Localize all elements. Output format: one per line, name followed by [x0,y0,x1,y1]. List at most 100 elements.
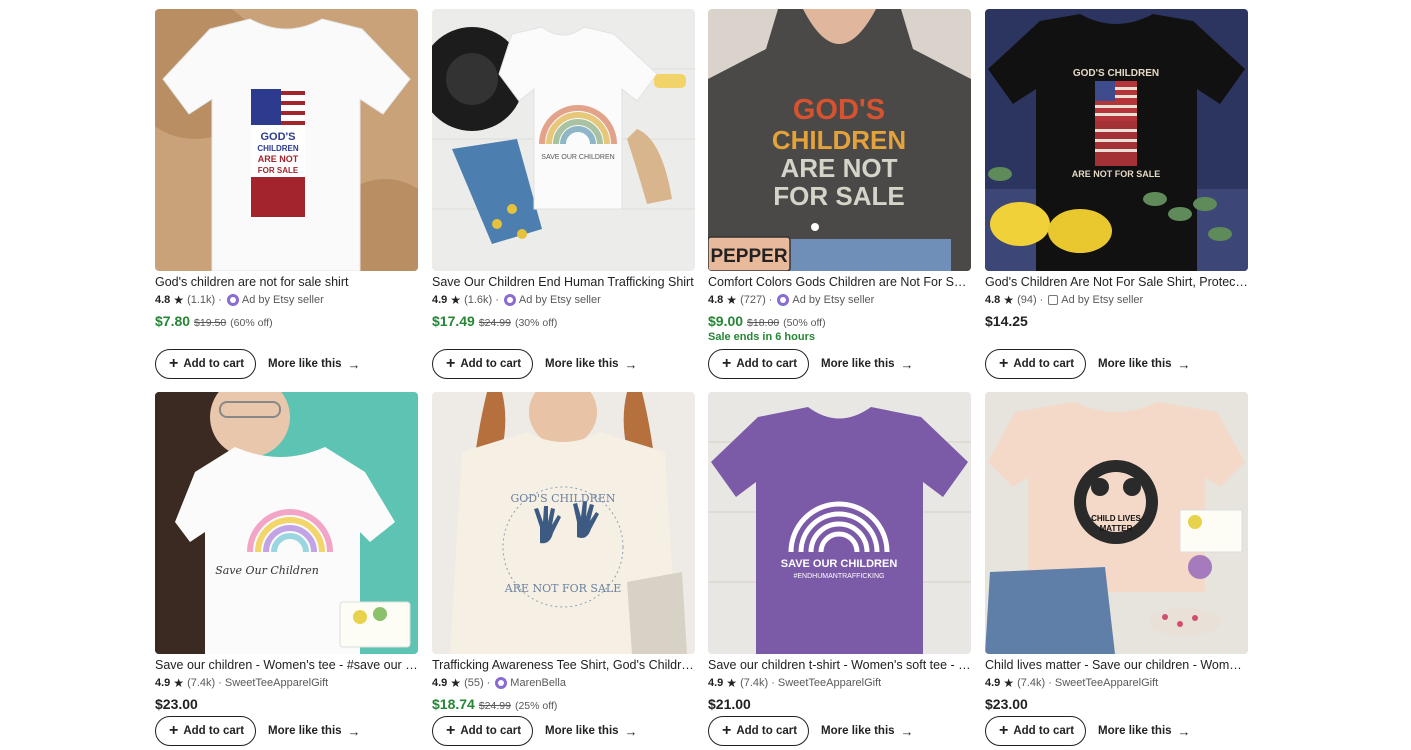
arrow-right-icon: → [900,723,914,739]
listing-meta: 4.9 ★ (7.4k) · SweetTeeApparelGift [985,676,1159,690]
shirt-print-line: SAVE OUR CHILDREN [781,558,898,570]
listing-title[interactable]: Save Our Children End Human Trafficking … [432,274,695,290]
card-actions: + Add to cart More like this → [708,716,914,746]
plus-icon: + [169,722,179,739]
price-row: $21.00 [708,696,971,712]
listing-image[interactable]: SAVE OUR CHILDREN #ENDHUMANTRAFFICKING [708,392,971,654]
price: $18.74 [432,696,475,712]
listing-meta: 4.8 ★ (727) · Ad by Etsy seller [708,293,875,307]
plus-icon: + [999,355,1009,372]
add-to-cart-button[interactable]: + Add to cart [708,349,810,379]
add-to-cart-button[interactable]: + Add to cart [985,349,1087,379]
shop-name[interactable]: SweetTeeApparelGift [225,676,328,690]
shop-name[interactable]: SweetTeeApparelGift [1055,676,1158,690]
shirt-print-line: FOR SALE [773,181,904,211]
listing-image[interactable]: GOD'S CHILDREN ARE NOT FOR SALE [985,9,1248,271]
original-price: $19.50 [194,317,227,329]
ad-badge-icon [777,294,790,306]
brand-label: PEPPER [710,246,787,267]
listing-card[interactable]: GOD'S CHILDREN ARE NOT FOR SALE God's ch… [155,9,418,329]
card-actions: + Add to cart More like this → [985,716,1191,746]
add-to-cart-button[interactable]: + Add to cart [708,716,810,746]
shirt-print-line: #ENDHUMANTRAFFICKING [793,573,884,580]
arrow-right-icon: → [624,356,638,372]
listing-image[interactable]: GOD'S CHILDREN ARE NOT FOR SALE [432,392,695,654]
review-count: (55) [464,677,484,689]
more-like-this-link[interactable]: More like this → [268,357,361,372]
review-count: (1.6k) [464,294,493,306]
star-icon: ★ [173,676,185,690]
listing-image[interactable]: Save Our Children [155,392,418,654]
rating-value: 4.9 [985,677,1001,689]
shop-icon [1048,295,1059,305]
add-to-cart-button[interactable]: + Add to cart [155,716,257,746]
listing-meta: 4.9 ★ (1.6k) · Ad by Etsy seller [432,293,601,307]
listing-title[interactable]: God's Children Are Not For Sale Shirt, P… [985,274,1248,290]
price: $23.00 [155,696,198,712]
plus-icon: + [722,722,732,739]
card-actions: + Add to cart More like this → [985,349,1191,379]
arrow-right-icon: → [900,356,914,372]
more-like-this-link[interactable]: More like this → [1098,724,1191,739]
seller-label: Ad by Etsy seller [1061,294,1144,306]
listing-card[interactable]: GOD'S CHILDREN ARE NOT FOR SALE PEPPER C… [708,9,971,343]
listing-card[interactable]: SAVE OUR CHILDREN Save Our Children End … [432,9,695,329]
add-to-cart-button[interactable]: + Add to cart [432,349,534,379]
more-like-this-link[interactable]: More like this → [821,357,914,372]
listing-card[interactable]: GOD'S CHILDREN ARE NOT FOR SALE Traffick… [432,392,695,712]
more-like-this-link[interactable]: More like this → [821,724,914,739]
original-price: $24.99 [478,700,511,712]
listing-card[interactable]: Save Our Children Save our children - Wo… [155,392,418,712]
listing-image[interactable]: CHILD LIVES MATTER [985,392,1248,654]
plus-icon: + [999,722,1009,739]
add-to-cart-button[interactable]: + Add to cart [432,716,534,746]
arrow-right-icon: → [624,723,638,739]
review-count: (727) [740,294,766,306]
svg-text:FOR SALE: FOR SALE [258,166,299,175]
price-row: $18.74 $24.99 (25% off) [432,696,695,712]
listing-title[interactable]: God's children are not for sale shirt [155,274,418,290]
rating-value: 4.8 [708,294,724,306]
original-price: $24.99 [478,317,511,329]
shirt-print-line: Save Our Children [215,564,319,577]
listing-title[interactable]: Save our children - Women's tee - #save … [155,657,418,673]
shop-name[interactable]: SweetTeeApparelGift [778,676,881,690]
card-actions: + Add to cart More like this → [155,716,361,746]
listing-image[interactable]: SAVE OUR CHILDREN [432,9,695,271]
seller-label: Ad by Etsy seller [518,294,601,306]
plus-icon: + [722,355,732,372]
svg-text:GOD'S CHILDREN: GOD'S CHILDREN [510,492,615,505]
listing-title[interactable]: Save our children t-shirt - Women's soft… [708,657,971,673]
more-like-this-link[interactable]: More like this → [268,724,361,739]
review-count: (7.4k) [1017,677,1046,689]
ad-badge-icon [503,294,516,306]
listing-card[interactable]: GOD'S CHILDREN ARE NOT FOR SALE God's Ch… [985,9,1248,329]
more-like-this-link[interactable]: More like this → [545,357,638,372]
price-row: $9.00 $18.00 (50% off) [708,313,971,329]
listing-image[interactable]: GOD'S CHILDREN ARE NOT FOR SALE [155,9,418,271]
review-count: (1.1k) [187,294,216,306]
star-icon: ★ [1003,676,1015,690]
price: $7.80 [155,313,191,329]
listing-meta: 4.9 ★ (55) · MarenBella [432,676,566,690]
rating-value: 4.9 [155,677,171,689]
listing-card[interactable]: SAVE OUR CHILDREN #ENDHUMANTRAFFICKING S… [708,392,971,712]
more-like-this-link[interactable]: More like this → [1098,357,1191,372]
add-to-cart-button[interactable]: + Add to cart [155,349,257,379]
listing-image[interactable]: GOD'S CHILDREN ARE NOT FOR SALE PEPPER [708,9,971,271]
star-seller-badge-icon [495,677,508,689]
price-row: $14.25 [985,313,1248,329]
listing-card[interactable]: CHILD LIVES MATTER Child lives matter - … [985,392,1248,712]
star-icon: ★ [173,293,185,307]
svg-text:ARE NOT FOR SALE: ARE NOT FOR SALE [504,582,621,595]
add-to-cart-button[interactable]: + Add to cart [985,716,1087,746]
listing-title[interactable]: Trafficking Awareness Tee Shirt, God's C… [432,657,695,673]
listing-title[interactable]: Child lives matter - Save our children -… [985,657,1248,673]
listing-title[interactable]: Comfort Colors Gods Children are Not For… [708,274,971,290]
listing-meta: 4.8 ★ (94) · Ad by Etsy seller [985,293,1144,307]
sale-ends-notice: Sale ends in 6 hours [708,331,815,343]
shop-name[interactable]: MarenBella [510,676,566,690]
seller-label: Ad by Etsy seller [241,294,324,306]
listing-meta: 4.8 ★ (1.1k) · Ad by Etsy seller [155,293,324,307]
more-like-this-link[interactable]: More like this → [545,724,638,739]
